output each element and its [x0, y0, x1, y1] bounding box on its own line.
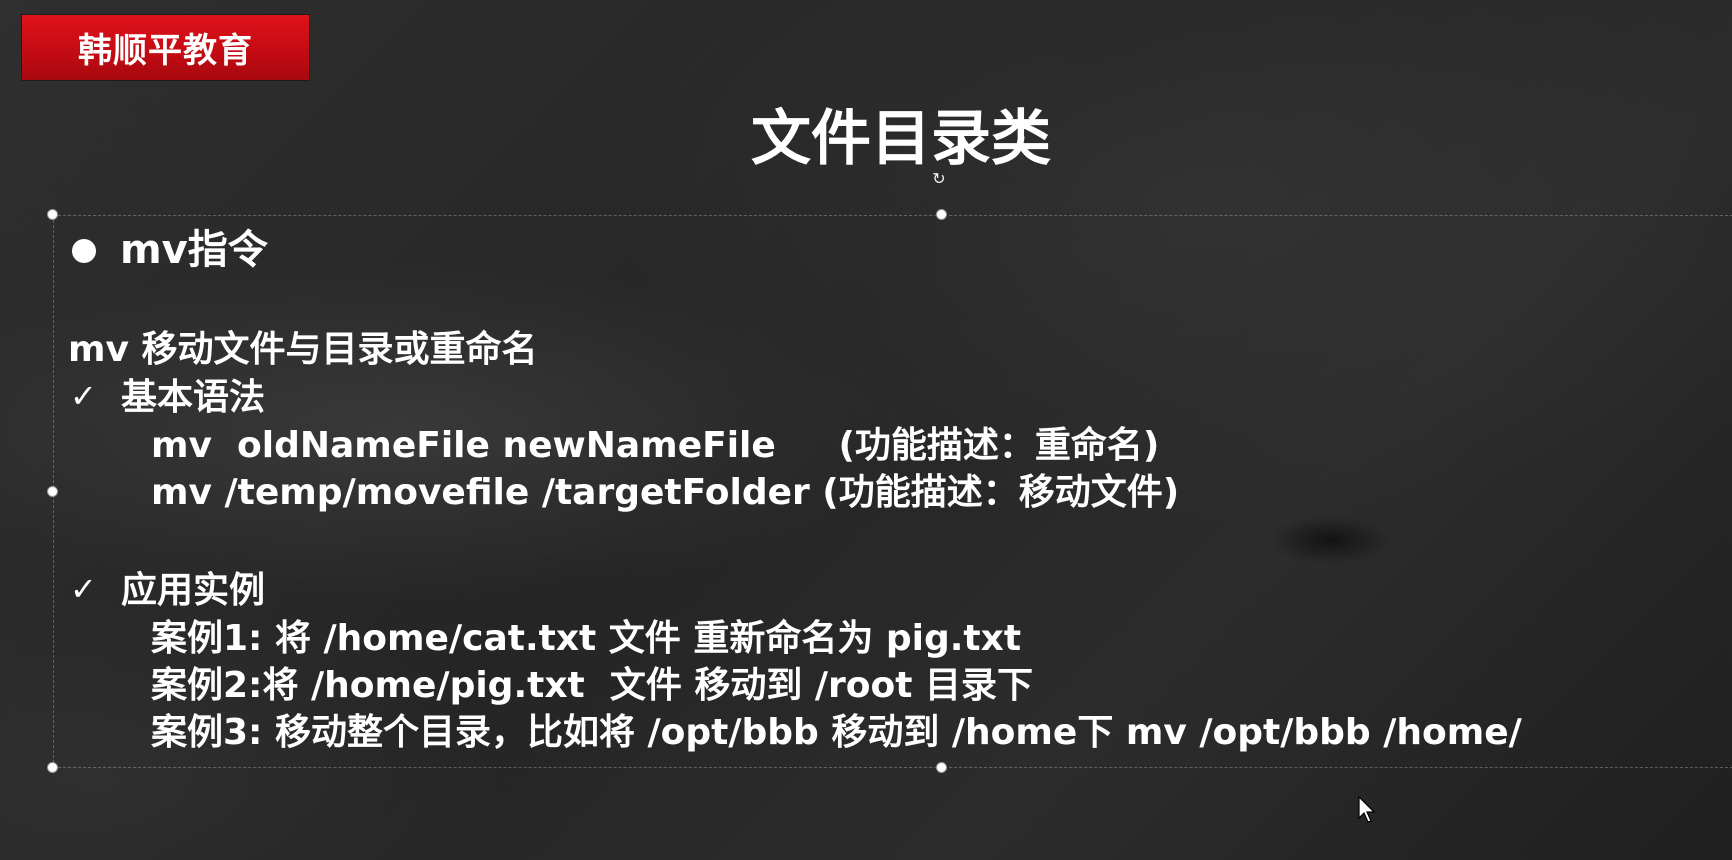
example-line: 案例2:将 /home/pig.txt 文件 移动到 /root 目录下 — [151, 665, 1034, 706]
section-heading: mv指令 — [120, 227, 268, 273]
resize-handle[interactable] — [47, 762, 58, 773]
checkmark-icon: ✓ — [70, 570, 97, 608]
resize-handle[interactable] — [936, 762, 947, 773]
rotate-handle-icon[interactable]: ↻ — [930, 170, 948, 188]
syntax-heading: 基本语法 — [121, 377, 266, 418]
slide-title: 文件目录类 — [751, 104, 1051, 174]
resize-handle[interactable] — [936, 209, 947, 220]
resize-handle[interactable] — [47, 486, 58, 497]
command-description: mv 移动文件与目录或重命名 — [68, 329, 538, 370]
checkmark-icon: ✓ — [70, 377, 97, 415]
mouse-pointer-icon — [1358, 796, 1376, 823]
example-line: 案例3: 移动整个目录，比如将 /opt/bbb 移动到 /home下 mv /… — [151, 712, 1522, 753]
filled-circle-icon — [72, 239, 96, 263]
brand-badge: 韩顺平教育 — [22, 15, 309, 80]
syntax-line: mv oldNameFile newNameFile (功能描述：重命名) — [151, 425, 1160, 466]
brand-label: 韩顺平教育 — [78, 31, 253, 71]
resize-handle[interactable] — [47, 209, 58, 220]
example-line: 案例1: 将 /home/cat.txt 文件 重新命名为 pig.txt — [151, 618, 1022, 659]
examples-heading: 应用实例 — [121, 570, 266, 611]
syntax-line: mv /temp/movefile /targetFolder (功能描述：移动… — [151, 472, 1180, 513]
